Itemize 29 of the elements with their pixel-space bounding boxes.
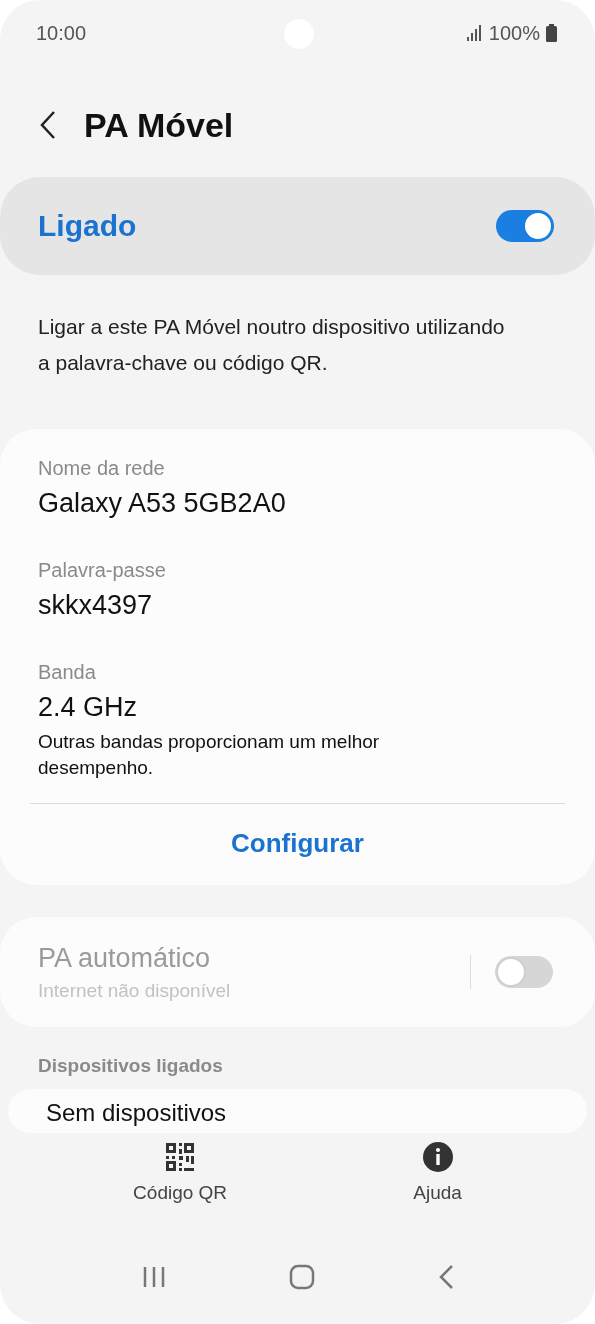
bottom-action[interactable]: Ajuda xyxy=(407,1141,468,1217)
field-note: Outras bandas proporcionam um melhor desempenho. xyxy=(38,730,381,780)
battery-percent: 100% xyxy=(488,21,540,45)
back-button[interactable] xyxy=(38,110,58,140)
auto-subtitle: Internet não disponível xyxy=(38,979,231,1002)
field-label: Nome da rede xyxy=(38,457,166,480)
section-header: Dispositivos ligados xyxy=(38,1055,224,1077)
main-switch-bar[interactable]: Ligado xyxy=(0,177,595,275)
back-nav-button[interactable] xyxy=(437,1264,454,1290)
field-value[interactable]: 2.4 GHz xyxy=(38,692,565,723)
field-value[interactable]: Galaxy A53 5GB2A0 xyxy=(38,488,565,519)
signal-icon xyxy=(466,25,483,41)
status-time: 10:00 xyxy=(36,21,87,45)
battery-icon xyxy=(546,24,557,42)
field-value[interactable]: skkx4397 xyxy=(38,590,565,621)
page-title: PA Móvel xyxy=(84,105,234,145)
field-label: Palavra-passe xyxy=(38,559,167,582)
info-icon xyxy=(422,1142,453,1172)
empty-devices-text: Sem dispositivos xyxy=(45,1098,228,1128)
description-text: Ligar a este PA Móvel noutro dispositivo utilizando a palavra-chave ou código QR. xyxy=(38,314,505,376)
home-button[interactable] xyxy=(288,1264,315,1290)
auto-title: PA automático xyxy=(38,942,212,974)
recents-button[interactable] xyxy=(141,1265,166,1289)
field-label: Banda xyxy=(38,661,97,684)
qr-code-icon xyxy=(165,1142,196,1172)
switch-label: Ligado xyxy=(38,209,137,243)
configure-button[interactable]: Configurar xyxy=(0,804,595,885)
toggle-switch[interactable] xyxy=(496,210,554,242)
bottom-action[interactable]: Código QR xyxy=(127,1141,234,1217)
